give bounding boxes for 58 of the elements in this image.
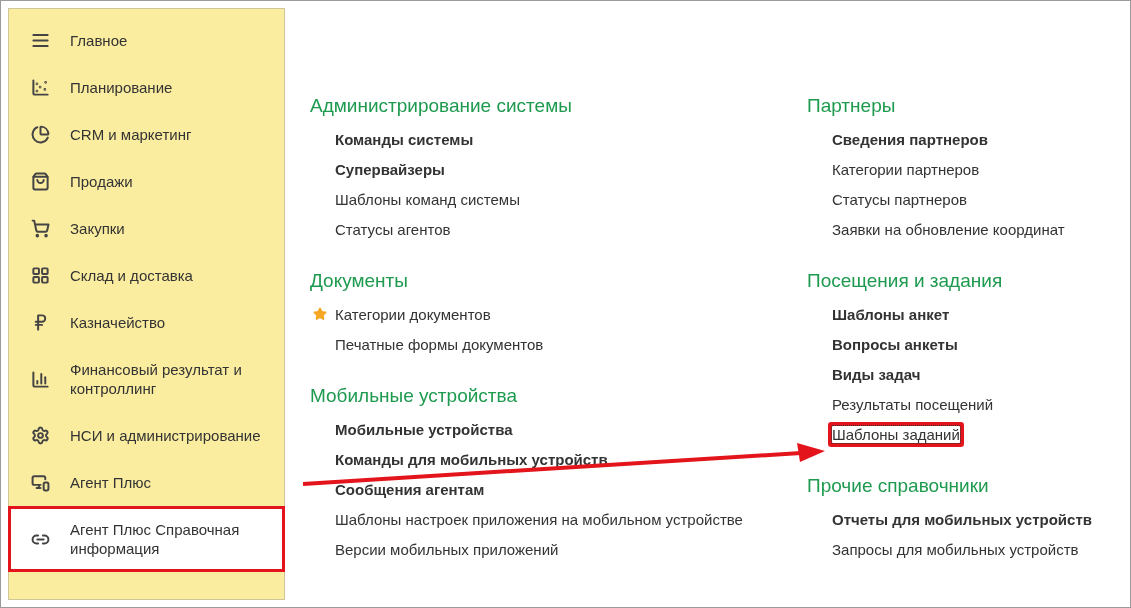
nav-link[interactable]: Шаблоны настроек приложения на мобильном устройстве <box>335 510 743 528</box>
nav-link[interactable]: Мобильные устройства <box>335 420 513 438</box>
sidebar-item[interactable]: Склад и доставка <box>8 252 285 299</box>
sidebar-item[interactable]: Продажи <box>8 158 285 205</box>
sidebar-item[interactable]: Главное <box>8 17 285 64</box>
settings-icon <box>31 426 50 445</box>
nav-link[interactable]: Шаблоны команд системы <box>335 190 520 208</box>
section-title: Администрирование системы <box>310 94 573 118</box>
sidebar-item-label: НСИ и администрирование <box>70 426 261 445</box>
sidebar-item-label: CRM и маркетинг <box>70 125 192 144</box>
sidebar-item[interactable]: Агент Плюс Справочная информация <box>8 506 285 572</box>
sidebar-item-label: Планирование <box>70 78 173 97</box>
sidebar-item[interactable]: НСИ и администрирование <box>8 412 285 459</box>
nav-link[interactable]: Результаты посещений <box>832 395 994 413</box>
sidebar-item-label: Продажи <box>70 172 133 191</box>
nav-link[interactable]: Шаблоны анкет <box>832 305 950 323</box>
sidebar-item[interactable]: Планирование <box>8 64 285 111</box>
menu-icon <box>31 31 50 50</box>
section-title: Документы <box>310 269 409 293</box>
sidebar-item[interactable]: CRM и маркетинг <box>8 111 285 158</box>
pie-chart-icon <box>31 125 50 144</box>
nav-link[interactable]: Версии мобильных приложений <box>335 540 559 558</box>
section-title: Прочие справочники <box>807 474 990 498</box>
nav-link[interactable]: Сообщения агентам <box>335 480 485 498</box>
nav-link[interactable]: Команды для мобильных устройств <box>335 450 608 468</box>
grid-icon <box>31 266 50 285</box>
nav-link[interactable]: Заявки на обновление координат <box>832 220 1065 238</box>
section-title: Посещения и задания <box>807 269 1004 293</box>
nav-link[interactable]: Печатные формы документов <box>335 335 544 353</box>
nav-link[interactable]: Вопросы анкеты <box>832 335 958 353</box>
shopping-bag-icon <box>31 172 50 191</box>
sidebar-item-label: Агент Плюс Справочная информация <box>70 520 241 558</box>
nav-link[interactable]: Запросы для мобильных устройств <box>832 540 1079 558</box>
sidebar-item[interactable]: Закупки <box>8 205 285 252</box>
sidebar-item[interactable]: Финансовый результат и контроллинг <box>8 346 285 412</box>
chart-axes-icon <box>31 78 50 97</box>
sidebar-item-label: Казначейство <box>70 313 166 332</box>
nav-link[interactable]: Статусы партнеров <box>832 190 967 208</box>
nav-link[interactable]: Категории партнеров <box>832 160 980 178</box>
section-title: Партнеры <box>807 94 897 118</box>
sidebar-item-label: Главное <box>70 31 128 50</box>
nav-link[interactable]: Супервайзеры <box>335 160 445 178</box>
section-title: Мобильные устройства <box>310 384 518 408</box>
sidebar-item[interactable]: Казначейство <box>8 299 285 346</box>
monitor-icon <box>31 473 50 492</box>
sidebar-item-label: Склад и доставка <box>70 266 193 285</box>
nav-link[interactable]: Категории документов <box>335 305 491 323</box>
sidebar-item[interactable]: Агент Плюс <box>8 459 285 506</box>
cart-icon <box>31 219 50 238</box>
nav-link[interactable]: Команды системы <box>335 130 474 148</box>
nav-link[interactable]: Сведения партнеров <box>832 130 988 148</box>
sidebar-item-label: Закупки <box>70 219 125 238</box>
bar-chart-icon <box>31 369 50 389</box>
nav-link[interactable]: Виды задач <box>832 365 921 383</box>
sidebar-item-label: Агент Плюс <box>70 473 152 492</box>
nav-link[interactable]: Статусы агентов <box>335 220 451 238</box>
nav-link[interactable]: Отчеты для мобильных устройств <box>832 510 1092 528</box>
sidebar-item-label: Финансовый результат и контроллинг <box>70 360 243 398</box>
